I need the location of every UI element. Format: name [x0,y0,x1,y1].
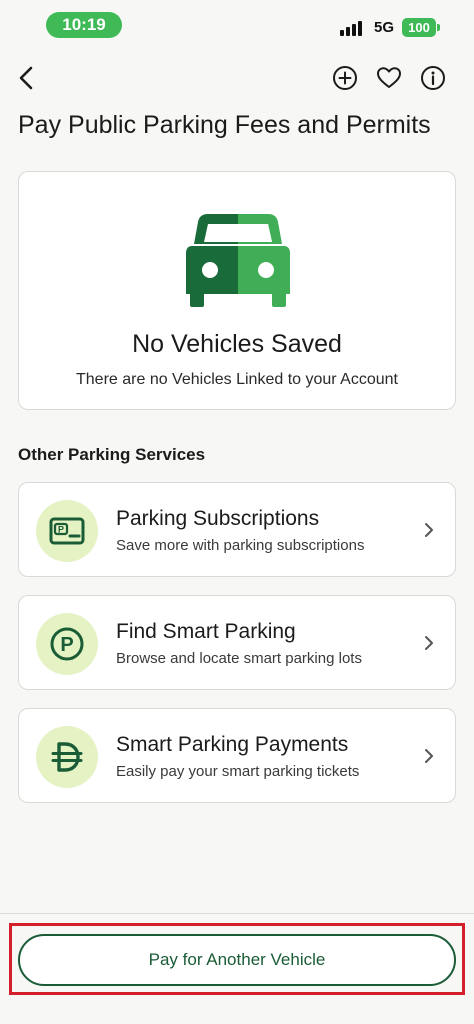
battery-indicator: 100 [402,18,436,37]
status-time: 10:19 [46,12,122,38]
section-title: Other Parking Services [18,445,206,464]
network-label: 5G [374,19,395,36]
battery-tip [437,24,440,31]
status-bar: 10:19 5G 100 [0,0,474,44]
heart-icon [377,67,401,88]
parking-card-icon: P [36,500,98,562]
smart-parking-payments-card[interactable]: Smart Parking Payments Easily pay your s… [18,708,456,803]
chevron-right-icon [425,636,433,650]
service-title: Smart Parking Payments [116,733,349,756]
footer-divider [0,913,474,914]
page-title: Pay Public Parking Fees and Permits [18,111,431,139]
service-subtitle: Easily pay your smart parking tickets [116,763,360,780]
svg-text:P: P [60,634,73,656]
chevron-right-icon [425,523,433,537]
chevron-right-icon [425,749,433,763]
service-subtitle: Browse and locate smart parking lots [116,650,362,667]
screen: 10:19 5G 100 Pay Public Parking Fees and… [0,0,474,1024]
service-title: Find Smart Parking [116,620,296,643]
car-icon [186,214,290,307]
signal-icon [340,20,366,36]
favorite-button[interactable] [375,64,403,92]
add-button[interactable] [331,64,359,92]
find-smart-parking-card[interactable]: P Find Smart Parking Browse and locate s… [18,595,456,690]
parking-circle-icon: P [36,613,98,675]
dirham-currency-icon [36,726,98,788]
empty-state-subtitle: There are no Vehicles Linked to your Acc… [76,371,398,388]
info-button[interactable] [419,64,447,92]
svg-text:P: P [58,525,64,535]
info-icon [421,66,445,90]
no-vehicles-card: No Vehicles Saved There are no Vehicles … [18,171,456,410]
chevron-left-icon [19,66,33,90]
parking-subscriptions-card[interactable]: P Parking Subscriptions Save more with p… [18,482,456,577]
empty-state-title: No Vehicles Saved [132,330,342,358]
back-button[interactable] [12,64,40,92]
service-title: Parking Subscriptions [116,507,320,530]
plus-circle-icon [333,66,357,90]
service-subtitle: Save more with parking subscriptions [116,537,365,554]
pay-for-another-vehicle-button[interactable]: Pay for Another Vehicle [18,934,456,986]
